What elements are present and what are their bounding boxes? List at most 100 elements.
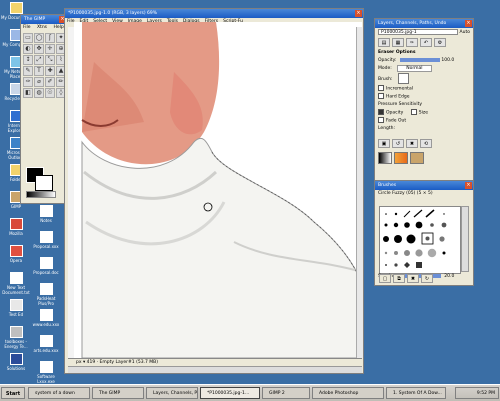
tool-button[interactable]: ⤢ <box>34 55 44 65</box>
layers-tab-icon[interactable]: ▤ <box>378 38 390 47</box>
mode-select[interactable]: Normal <box>397 65 432 72</box>
desktop-icon[interactable]: PadsHeat Plus/Pro <box>30 283 62 306</box>
brush-dot[interactable] <box>415 221 423 229</box>
tool-button[interactable]: ✐ <box>45 77 55 87</box>
restore-options-icon[interactable]: ↺ <box>392 139 404 148</box>
opacity-value[interactable]: 100.0 <box>441 58 454 63</box>
reset-options-icon[interactable]: ⟲ <box>420 139 432 148</box>
brush-preview[interactable] <box>397 73 409 84</box>
menu-help[interactable]: Help <box>53 25 63 30</box>
fade-out-checkbox[interactable] <box>378 117 384 123</box>
taskbar-button[interactable]: 1. System Of A Dow... <box>386 387 446 399</box>
taskbar-button[interactable]: *P1000035.jpg-1... <box>200 387 260 399</box>
toolbox-titlebar[interactable]: The GIMP × <box>21 15 67 24</box>
delete-brush-icon[interactable]: ✖ <box>407 274 419 283</box>
gradient-preview[interactable] <box>26 191 56 198</box>
desktop-icon[interactable]: Proposal.doc <box>30 257 62 275</box>
brush-dot[interactable] <box>441 222 447 228</box>
brush-dot[interactable] <box>443 213 445 215</box>
desktop-icon[interactable]: arts.edu.xxx <box>30 335 62 353</box>
brush-dot[interactable] <box>427 248 437 258</box>
dock-titlebar[interactable]: Layers, Channels, Paths, Undo × <box>375 19 473 28</box>
brush-dot[interactable] <box>404 250 410 256</box>
save-options-icon[interactable]: ▣ <box>378 139 390 148</box>
pressure-size-checkbox[interactable] <box>410 109 417 115</box>
taskbar-button[interactable]: The GIMP <box>92 387 144 399</box>
hard-edge-row[interactable]: Hard Edge <box>375 93 473 101</box>
brush-shape[interactable] <box>416 262 422 268</box>
tool-button[interactable]: ◧ <box>23 88 33 98</box>
brush-stroke[interactable] <box>403 210 411 218</box>
brush-dot[interactable] <box>425 236 430 241</box>
refresh-brushes-icon[interactable]: ↻ <box>421 274 433 283</box>
horizontal-scrollbar[interactable] <box>68 366 362 373</box>
hard-edge-checkbox[interactable] <box>378 93 384 99</box>
tool-button[interactable]: ◍ <box>34 88 44 98</box>
incremental-row[interactable]: Incremental <box>375 85 473 93</box>
brush-dot[interactable] <box>385 264 387 266</box>
brush-dot[interactable] <box>385 213 387 215</box>
tool-button[interactable]: T <box>34 66 44 76</box>
tool-button[interactable]: ✎ <box>23 66 33 76</box>
brush-dot[interactable] <box>406 234 416 244</box>
tool-button[interactable]: ✑ <box>23 77 33 87</box>
start-button[interactable]: Start <box>1 387 25 399</box>
brush-dot[interactable] <box>394 235 402 243</box>
vertical-scrollbar[interactable] <box>356 27 363 358</box>
gradient-swatch[interactable] <box>378 152 392 164</box>
desktop-icon[interactable]: www.edu.xxx <box>30 309 62 327</box>
opacity-slider[interactable] <box>399 57 440 62</box>
close-icon[interactable]: × <box>465 182 472 189</box>
brush-dot[interactable] <box>442 251 446 255</box>
tool-button[interactable]: ⌀ <box>34 77 44 87</box>
tool-button[interactable]: ▭ <box>23 33 33 43</box>
brush-shape[interactable] <box>404 262 410 268</box>
close-icon[interactable]: × <box>465 20 472 27</box>
tool-button[interactable]: ✥ <box>34 44 44 54</box>
incremental-checkbox[interactable] <box>378 85 384 91</box>
menu-file[interactable]: File <box>23 25 31 30</box>
color-swatches[interactable] <box>26 167 56 198</box>
tool-button[interactable]: ✚ <box>45 66 55 76</box>
brush-dot[interactable] <box>394 263 398 267</box>
brush-grid[interactable] <box>379 206 461 274</box>
tool-button[interactable]: ☉ <box>45 88 55 98</box>
desktop-icon[interactable]: Software Lxxx.exe <box>30 361 62 384</box>
image-canvas[interactable] <box>74 22 362 358</box>
taskbar-button[interactable]: system of a down <box>28 387 90 399</box>
taskbar-button[interactable]: Layers, Channels, P... <box>146 387 198 399</box>
tool-options-tab-icon[interactable]: ⚙ <box>434 38 446 47</box>
brush-dot[interactable] <box>404 222 410 228</box>
desktop-icon[interactable]: Opera <box>0 245 32 263</box>
fade-out-row[interactable]: Fade Out <box>375 117 473 125</box>
orange-gradient-swatch[interactable] <box>394 152 408 164</box>
taskbar-button[interactable]: Adobe Photoshop <box>312 387 384 399</box>
auto-button[interactable]: Auto <box>460 30 470 35</box>
desktop-icon[interactable]: Proposal.xxx <box>30 231 62 249</box>
brush-dot[interactable] <box>393 222 399 228</box>
brush-dot[interactable] <box>384 223 388 227</box>
spacing-value[interactable]: 20.0 <box>444 274 454 279</box>
desktop-icon[interactable]: Notes <box>30 205 62 223</box>
pattern-swatch[interactable] <box>410 152 424 164</box>
duplicate-brush-icon[interactable]: ⧉ <box>393 274 405 283</box>
desktop-icon[interactable]: Mozilla <box>0 218 32 236</box>
tool-button[interactable]: ✛ <box>45 44 55 54</box>
menu-xtns[interactable]: Xtns <box>37 25 47 30</box>
brushes-titlebar[interactable]: Brushes × <box>375 181 473 190</box>
image-selector[interactable]: P1000035.jpg-1 <box>378 29 458 35</box>
background-color-swatch[interactable] <box>35 175 53 191</box>
undo-tab-icon[interactable]: ↶ <box>420 38 432 47</box>
desktop-icon[interactable]: Test Ed <box>0 299 32 317</box>
close-icon[interactable]: × <box>355 10 362 17</box>
brush-stroke[interactable] <box>425 209 435 218</box>
brush-scrollbar[interactable] <box>461 206 469 272</box>
image-titlebar[interactable]: *P1000035.jpg-1.0 (RGB, 3 layers) 69% × <box>65 9 363 18</box>
brush-stroke[interactable] <box>413 209 423 218</box>
tool-button[interactable]: ↕ <box>23 55 33 65</box>
paths-tab-icon[interactable]: ✑ <box>406 38 418 47</box>
brush-dot[interactable] <box>430 223 434 227</box>
desktop-icon[interactable]: toolboxes - Energy Te... <box>0 326 32 349</box>
desktop-icon[interactable]: Solutions <box>0 353 32 371</box>
taskbar-button[interactable]: GIMP 2 <box>262 387 310 399</box>
